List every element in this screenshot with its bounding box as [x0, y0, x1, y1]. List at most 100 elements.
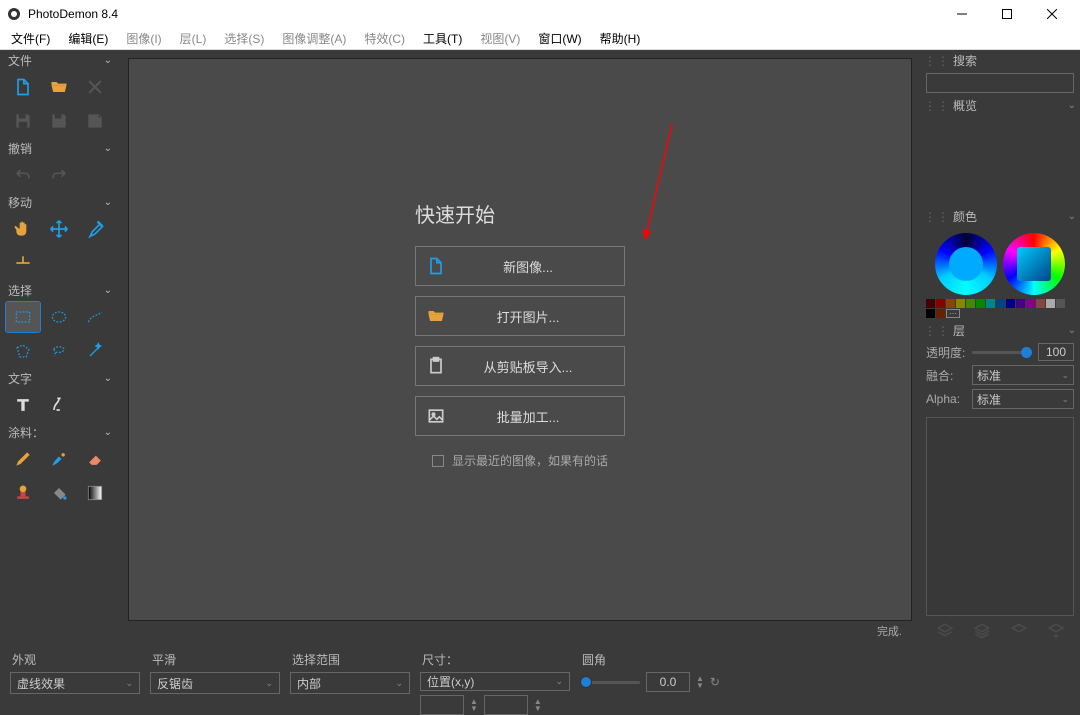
chevron-down-icon[interactable]: ⌄ — [1068, 100, 1076, 111]
measure-tool-icon[interactable] — [6, 248, 40, 278]
swatch[interactable] — [1026, 299, 1035, 308]
section-select: 选择 — [8, 282, 32, 299]
spinner-icon[interactable]: ▲▼ — [470, 695, 478, 715]
hue-wheel[interactable] — [1003, 233, 1065, 295]
maximize-button[interactable] — [984, 0, 1029, 28]
section-undo: 撤销 — [8, 140, 32, 157]
close-file-icon[interactable] — [78, 72, 112, 102]
swatch[interactable] — [926, 299, 935, 308]
search-input[interactable] — [926, 73, 1074, 93]
swatch[interactable] — [936, 309, 945, 318]
eyedropper-icon[interactable] — [78, 214, 112, 244]
layer-label: 层 — [953, 322, 1068, 339]
poly-select-icon[interactable] — [6, 336, 40, 366]
layer-up-icon[interactable] — [1010, 622, 1028, 643]
swatch[interactable] — [976, 299, 985, 308]
chevron-down-icon[interactable]: ⌄ — [104, 373, 112, 384]
menu-window[interactable]: 窗口(W) — [529, 28, 590, 50]
layer-list[interactable] — [926, 417, 1074, 616]
spinner-icon[interactable]: ▲▼ — [534, 695, 542, 715]
swatch-more[interactable]: ⋯ — [946, 309, 960, 318]
menu-help[interactable]: 帮助(H) — [591, 28, 650, 50]
layer-down-icon[interactable] — [1047, 622, 1065, 643]
open-file-icon[interactable] — [42, 72, 76, 102]
size-y-input[interactable] — [484, 695, 528, 715]
menu-select[interactable]: 选择(S) — [215, 28, 273, 50]
menu-effect[interactable]: 特效(C) — [355, 28, 414, 50]
menu-layer[interactable]: 层(L) — [171, 28, 216, 50]
menu-edit[interactable]: 编辑(E) — [59, 28, 117, 50]
menu-view[interactable]: 视图(V) — [471, 28, 529, 50]
chevron-down-icon[interactable]: ⌄ — [1068, 211, 1076, 222]
ellipse-select-icon[interactable] — [42, 302, 76, 332]
chevron-down-icon[interactable]: ⌄ — [104, 285, 112, 296]
swatch[interactable] — [1006, 299, 1015, 308]
reset-icon[interactable]: ↻ — [710, 675, 720, 689]
annotation-arrow — [637, 119, 687, 249]
text-tool-icon[interactable] — [6, 390, 40, 420]
batch-process-button[interactable]: 批量加工... — [415, 396, 625, 436]
menu-image[interactable]: 图像(I) — [117, 28, 170, 50]
swatch[interactable] — [996, 299, 1005, 308]
pencil-tool-icon[interactable] — [6, 444, 40, 474]
move-tool-icon[interactable] — [42, 214, 76, 244]
minimize-button[interactable] — [939, 0, 984, 28]
brush-tool-icon[interactable] — [42, 444, 76, 474]
chevron-down-icon[interactable]: ⌄ — [1068, 325, 1076, 336]
corner-slider[interactable] — [580, 681, 640, 684]
swatch[interactable] — [986, 299, 995, 308]
chevron-down-icon[interactable]: ⌄ — [104, 427, 112, 438]
swatch[interactable] — [1016, 299, 1025, 308]
menu-tool[interactable]: 工具(T) — [414, 28, 471, 50]
new-image-button[interactable]: 新图像... — [415, 246, 625, 286]
lasso-select-icon[interactable] — [42, 336, 76, 366]
swatch[interactable] — [926, 309, 935, 318]
layer-dup-icon[interactable] — [973, 622, 991, 643]
rect-select-icon[interactable] — [6, 302, 40, 332]
swatch[interactable] — [1036, 299, 1045, 308]
swatch[interactable] — [966, 299, 975, 308]
smooth-dropdown[interactable]: 反锯齿⌄ — [150, 672, 280, 694]
open-image-button[interactable]: 打开图片... — [415, 296, 625, 336]
wand-select-icon[interactable] — [78, 336, 112, 366]
alpha-dropdown[interactable]: 标准⌄ — [972, 389, 1074, 409]
size-dropdown[interactable]: 位置(x,y)⌄ — [420, 672, 570, 691]
paste-import-button[interactable]: 从剪贴板导入... — [415, 346, 625, 386]
menu-adjust[interactable]: 图像调整(A) — [273, 28, 355, 50]
color-swatches[interactable]: ⋯ — [920, 297, 1080, 320]
text-path-icon[interactable] — [42, 390, 76, 420]
fill-tool-icon[interactable] — [42, 478, 76, 508]
export-icon[interactable] — [78, 106, 112, 136]
range-dropdown[interactable]: 内部⌄ — [290, 672, 410, 694]
eraser-tool-icon[interactable] — [78, 444, 112, 474]
spinner-icon[interactable]: ▲▼ — [696, 675, 704, 689]
swatch[interactable] — [956, 299, 965, 308]
save-icon[interactable] — [6, 106, 40, 136]
show-recent-checkbox[interactable]: 显示最近的图像，如果有的话 — [432, 452, 608, 469]
opacity-slider[interactable] — [972, 351, 1032, 354]
chevron-down-icon[interactable]: ⌄ — [104, 55, 112, 66]
chevron-down-icon[interactable]: ⌄ — [104, 197, 112, 208]
swatch[interactable] — [1046, 299, 1055, 308]
swatch[interactable] — [946, 299, 955, 308]
gradient-tool-icon[interactable] — [78, 478, 112, 508]
close-button[interactable] — [1029, 0, 1074, 28]
chevron-down-icon[interactable]: ⌄ — [104, 143, 112, 154]
size-x-input[interactable] — [420, 695, 464, 715]
redo-icon[interactable] — [42, 160, 76, 190]
saturation-wheel[interactable] — [935, 233, 997, 295]
new-file-icon[interactable] — [6, 72, 40, 102]
appearance-dropdown[interactable]: 虚线效果⌄ — [10, 672, 140, 694]
line-select-icon[interactable] — [78, 302, 112, 332]
corner-input[interactable] — [646, 672, 690, 692]
swatch[interactable] — [936, 299, 945, 308]
blend-dropdown[interactable]: 标准⌄ — [972, 365, 1074, 385]
opacity-input[interactable] — [1038, 343, 1074, 361]
swatch[interactable] — [1056, 299, 1065, 308]
undo-icon[interactable] — [6, 160, 40, 190]
hand-tool-icon[interactable] — [6, 214, 40, 244]
menu-file[interactable]: 文件(F) — [2, 28, 59, 50]
save-as-icon[interactable] — [42, 106, 76, 136]
layer-add-icon[interactable] — [936, 622, 954, 643]
stamp-tool-icon[interactable] — [6, 478, 40, 508]
